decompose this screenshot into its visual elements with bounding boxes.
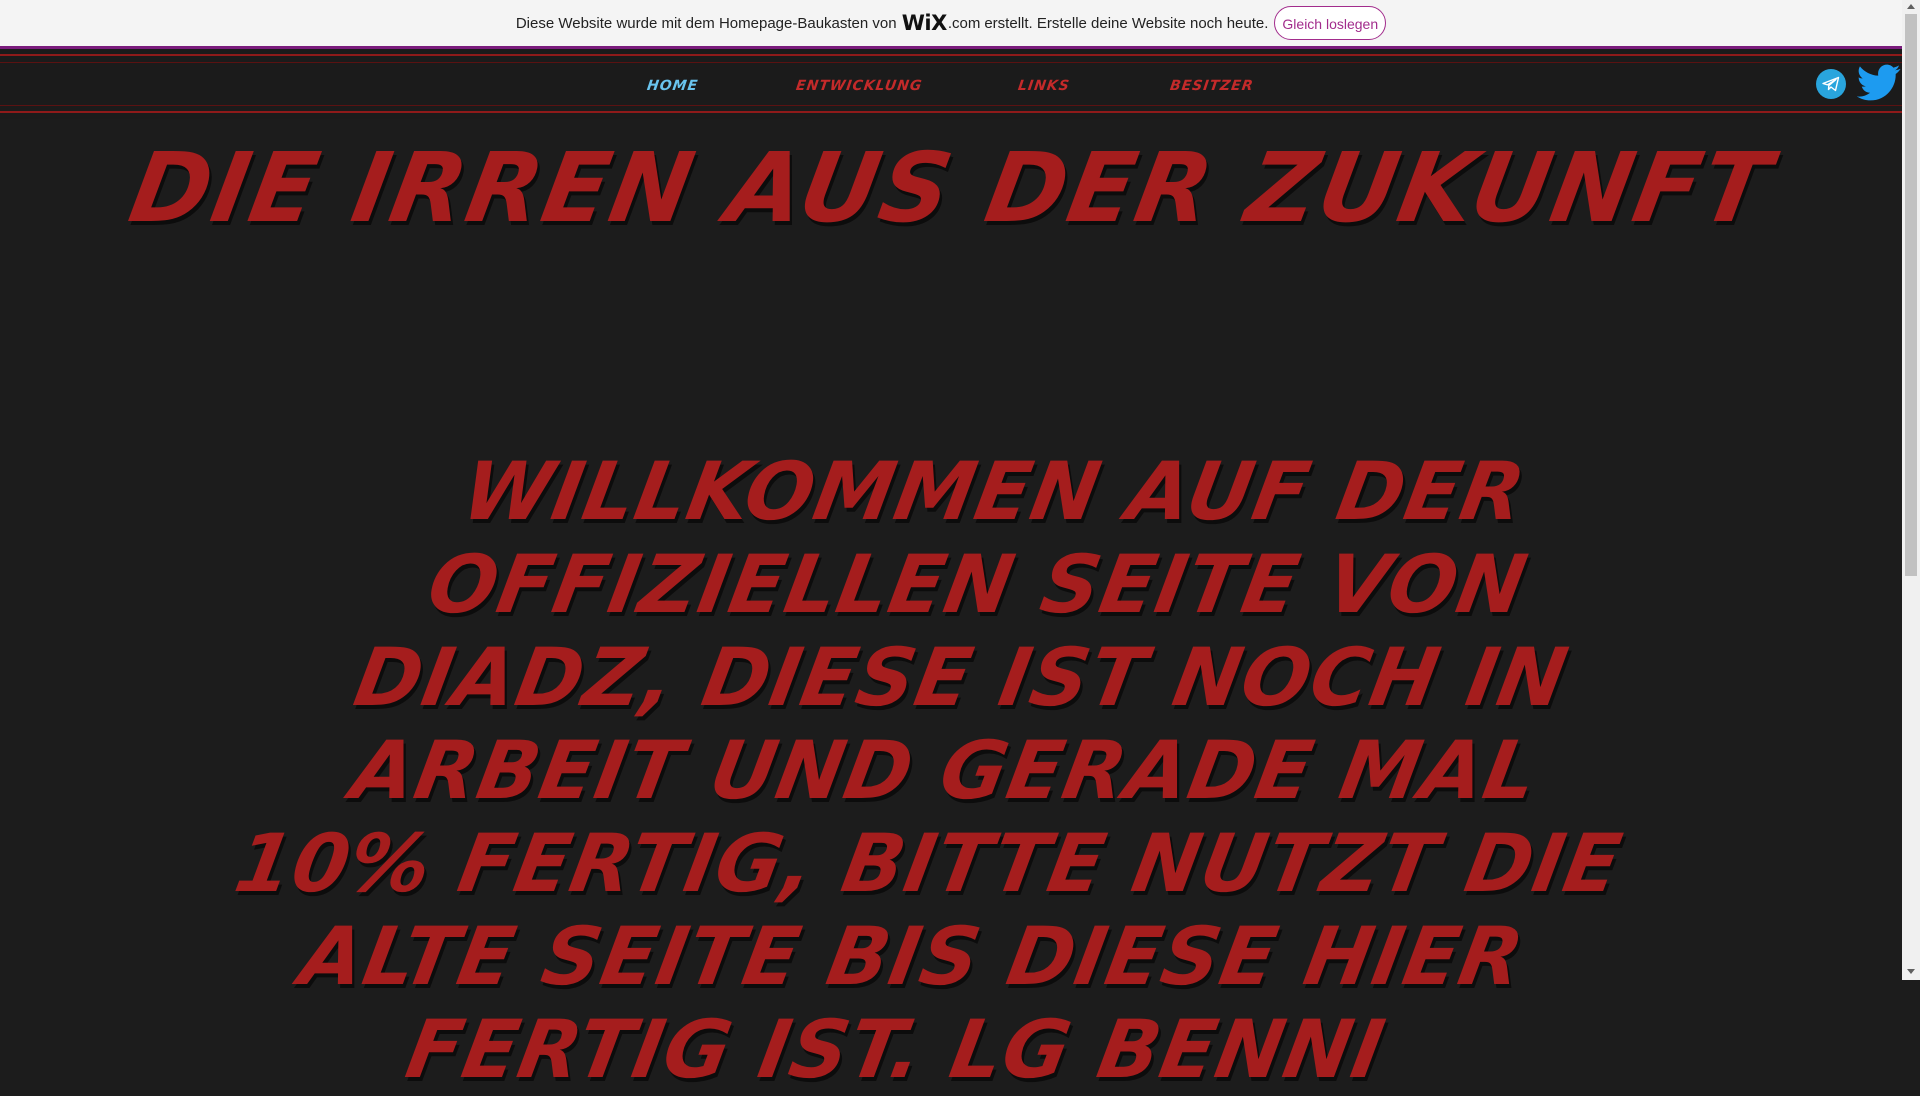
header-bottom-line bbox=[0, 111, 1902, 113]
welcome-message: WILLKOMMEN AUF DER OFFIZIELLEN SEITE VON… bbox=[228, 445, 1629, 1096]
wix-banner: Diese Website wurde mit dem Homepage-Bau… bbox=[0, 0, 1902, 46]
wix-logo: WiX bbox=[901, 11, 948, 35]
wix-logo-suffix: .com bbox=[947, 14, 981, 32]
page-title: DIE IRREN AUS DER ZUKUNFT bbox=[121, 132, 1781, 244]
wix-banner-text-after: erstellt. Erstelle deine Website noch he… bbox=[984, 14, 1269, 32]
vertical-scrollbar[interactable] bbox=[1902, 0, 1920, 980]
get-started-button[interactable]: Gleich loslegen bbox=[1274, 6, 1387, 40]
telegram-icon[interactable] bbox=[1816, 69, 1846, 99]
header-bottom-line-thin bbox=[0, 105, 1902, 106]
scroll-thumb[interactable] bbox=[1905, 14, 1917, 576]
nav-item-links[interactable]: LINKS bbox=[1017, 78, 1071, 94]
nav-item-entwicklung[interactable]: ENTWICKLUNG bbox=[795, 78, 924, 94]
main-nav: HOME ENTWICKLUNG LINKS BESITZER bbox=[0, 78, 1902, 102]
telegram-plane-glyph bbox=[1822, 76, 1840, 92]
twitter-icon[interactable] bbox=[1857, 64, 1901, 102]
scroll-down-arrow-icon[interactable] bbox=[1907, 969, 1915, 974]
scroll-up-arrow-icon[interactable] bbox=[1907, 4, 1915, 9]
nav-item-besitzer[interactable]: BESITZER bbox=[1169, 78, 1255, 94]
header-top-line-thin bbox=[0, 62, 1902, 63]
wix-banner-text-before: Diese Website wurde mit dem Homepage-Bau… bbox=[515, 14, 897, 32]
header-top-line bbox=[0, 54, 1902, 56]
nav-item-home[interactable]: HOME bbox=[646, 78, 699, 94]
